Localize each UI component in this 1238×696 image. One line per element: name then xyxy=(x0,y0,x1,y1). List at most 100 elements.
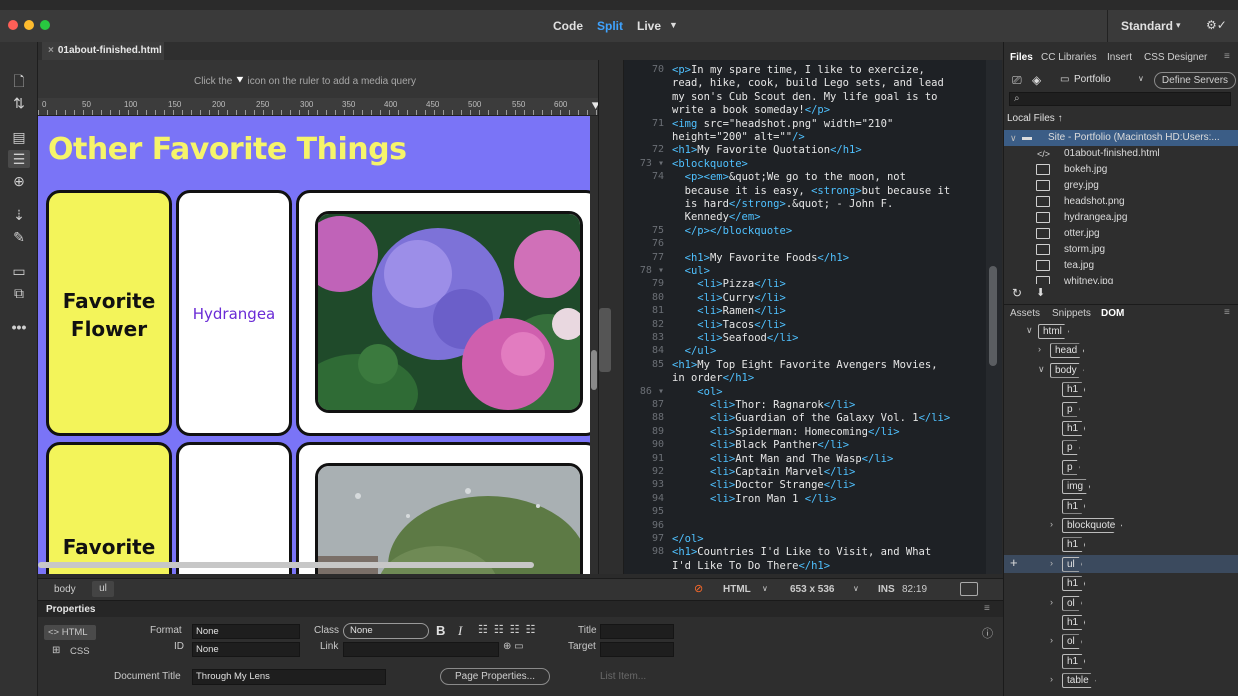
dom-node-row[interactable]: › blockquote xyxy=(1004,516,1238,534)
code-line[interactable]: <h1>My Favorite Quotation</h1> xyxy=(672,144,862,156)
code-line[interactable]: height="200" alt=""/> xyxy=(672,131,805,143)
code-line[interactable]: <li>Tacos</li> xyxy=(672,319,786,331)
open-documents-icon[interactable]: 🗋 xyxy=(8,72,30,90)
document-type-chevron-icon[interactable]: ∨ xyxy=(762,584,768,593)
document-title-input[interactable]: Through My Lens xyxy=(192,669,386,685)
dom-node-row[interactable]: › ol xyxy=(1004,632,1238,650)
dom-node-chevron-icon[interactable]: ∨ xyxy=(1038,364,1045,375)
code-line[interactable]: <li>Guardian of the Galaxy Vol. 1</li> xyxy=(672,412,950,424)
add-element-icon[interactable]: + xyxy=(1010,555,1018,570)
dom-node-body[interactable]: body xyxy=(1050,362,1084,378)
tab-insert[interactable]: Insert xyxy=(1107,52,1132,63)
code-line[interactable]: <li>Thor: Ragnarok</li> xyxy=(672,399,855,411)
code-view[interactable]: 70 <p>In my spare time, I like to exerciz… xyxy=(624,60,986,574)
code-line[interactable]: <li>Curry</li> xyxy=(672,292,786,304)
code-line[interactable]: read, hike, cook, build Lego sets, and l… xyxy=(672,77,944,89)
code-line[interactable]: <p>In my spare time, I like to exercize, xyxy=(672,64,925,76)
favorite-image-card[interactable] xyxy=(296,190,598,436)
list-item-button[interactable]: List Item... xyxy=(600,671,646,682)
favorite-label-card-2[interactable]: Favorite xyxy=(46,442,172,574)
format-source-icon[interactable]: ☰ xyxy=(8,150,30,168)
code-line[interactable]: write a book someday!</p> xyxy=(672,104,830,116)
dom-node-row[interactable]: p xyxy=(1004,438,1238,456)
dom-panel-menu-icon[interactable]: ≡ xyxy=(1224,307,1230,318)
code-line[interactable]: Kennedy</em> xyxy=(672,211,761,223)
document-tab[interactable]: × 01about-finished.html xyxy=(42,42,164,60)
css-mode-icon[interactable]: ⊞ xyxy=(52,645,60,656)
code-line[interactable]: <h1>My Top Eight Favorite Avengers Movie… xyxy=(672,359,938,371)
dom-node-p[interactable]: p xyxy=(1062,440,1080,456)
storm-photo[interactable] xyxy=(315,463,583,574)
tab-dom[interactable]: DOM xyxy=(1101,308,1124,319)
properties-menu-icon[interactable]: ≡ xyxy=(984,603,990,614)
dom-node-row[interactable]: › table xyxy=(1004,671,1238,689)
favorite-image-card-2[interactable] xyxy=(296,442,598,574)
dom-node-table[interactable]: table xyxy=(1062,673,1096,689)
file-row[interactable]: tea.jpg xyxy=(1004,258,1238,274)
site-select[interactable]: Portfolio xyxy=(1074,74,1111,85)
list-buttons[interactable]: ☷☷☷☷ xyxy=(478,623,541,636)
dom-node-h1[interactable]: h1 xyxy=(1062,576,1086,592)
inspect-icon[interactable]: ▤ xyxy=(8,128,30,146)
italic-button[interactable]: I xyxy=(458,623,462,639)
dom-node-h1[interactable]: h1 xyxy=(1062,653,1086,669)
dom-node-row[interactable]: › ol xyxy=(1004,594,1238,612)
page-heading[interactable]: Other Favorite Things xyxy=(48,132,407,167)
code-line[interactable]: <li>Ramen</li> xyxy=(672,305,786,317)
code-line[interactable]: </ul> xyxy=(672,345,717,357)
code-line[interactable]: <img src="headshot.png" width="210" xyxy=(672,118,893,130)
target-select[interactable] xyxy=(600,642,674,657)
dom-node-h1[interactable]: h1 xyxy=(1062,382,1086,398)
bold-button[interactable]: B xyxy=(436,623,445,638)
file-management-icon[interactable]: ⇅ xyxy=(8,94,30,112)
file-row[interactable]: headshot.png xyxy=(1004,194,1238,210)
dom-node-row[interactable]: h1 xyxy=(1004,574,1238,592)
code-line[interactable]: <li>Ant Man and The Wasp</li> xyxy=(672,453,893,465)
hydrangea-photo[interactable] xyxy=(315,211,583,413)
code-line[interactable]: because it is easy, <strong>but because … xyxy=(672,185,951,197)
code-line[interactable]: <blockquote> xyxy=(672,158,748,170)
file-row[interactable]: hydrangea.jpg xyxy=(1004,210,1238,226)
code-line[interactable]: <h1>My Favorite Foods</h1> xyxy=(672,252,849,264)
html-mode-button[interactable]: <> HTML xyxy=(44,625,96,640)
code-line[interactable]: <li>Spiderman: Homecoming</li> xyxy=(672,426,900,438)
code-view-button[interactable]: Code xyxy=(553,19,583,33)
favorite-label-card[interactable]: Favorite Flower xyxy=(46,190,172,436)
live-view-button[interactable]: Live xyxy=(637,19,661,33)
local-files-header[interactable]: Local Files ↑ xyxy=(1007,113,1063,124)
dom-node-chevron-icon[interactable]: › xyxy=(1050,597,1053,607)
tab-files[interactable]: Files xyxy=(1010,52,1033,63)
dom-node-h1[interactable]: h1 xyxy=(1062,537,1086,553)
dom-node-chevron-icon[interactable]: ∨ xyxy=(1026,325,1033,336)
dom-node-row[interactable]: h1 xyxy=(1004,535,1238,553)
code-line[interactable]: <p><em>&quot;We go to the moon, not xyxy=(672,171,906,183)
dom-node-h1[interactable]: h1 xyxy=(1062,615,1086,630)
code-line[interactable]: <li>Pizza</li> xyxy=(672,278,786,290)
file-row[interactable]: whitney.jpg xyxy=(1004,274,1238,284)
code-scroll-thumb[interactable] xyxy=(989,266,997,366)
file-row[interactable]: </> 01about-finished.html xyxy=(1004,146,1238,162)
link-input[interactable] xyxy=(343,642,499,657)
media-query-bar[interactable]: Click the ⯆ icon on the ruler to add a m… xyxy=(38,60,598,98)
tag-selector-body[interactable]: body xyxy=(54,584,76,595)
site-select-chevron-icon[interactable]: ∨ xyxy=(1138,74,1144,83)
dom-node-row[interactable]: › ul + xyxy=(1004,554,1238,573)
dom-node-chevron-icon[interactable]: › xyxy=(1050,558,1053,568)
dom-node-row[interactable]: h1 xyxy=(1004,652,1238,670)
code-line[interactable]: </ol> xyxy=(672,533,704,545)
split-divider[interactable] xyxy=(591,60,624,574)
dom-node-h1[interactable]: h1 xyxy=(1062,421,1086,436)
dom-node-img[interactable]: img xyxy=(1062,479,1091,495)
minimize-window-button[interactable] xyxy=(24,20,34,30)
tab-snippets[interactable]: Snippets xyxy=(1052,308,1091,319)
apply-comment-icon[interactable]: ✎ xyxy=(8,228,30,246)
window-size[interactable]: 653 x 536 xyxy=(790,584,835,595)
site-root-chevron-icon[interactable]: ∨ xyxy=(1010,130,1017,146)
point-to-file-icon[interactable]: ⊕ ▭ xyxy=(503,641,524,652)
define-servers-button[interactable]: Define Servers xyxy=(1154,72,1236,89)
dom-node-p[interactable]: p xyxy=(1062,459,1080,475)
workspace-chevron-icon[interactable]: ▾ xyxy=(1176,20,1181,31)
dom-node-row[interactable]: h1 xyxy=(1004,380,1238,398)
dom-node-ol[interactable]: ol xyxy=(1062,595,1082,611)
workspace-switcher[interactable]: Standard xyxy=(1121,19,1173,33)
